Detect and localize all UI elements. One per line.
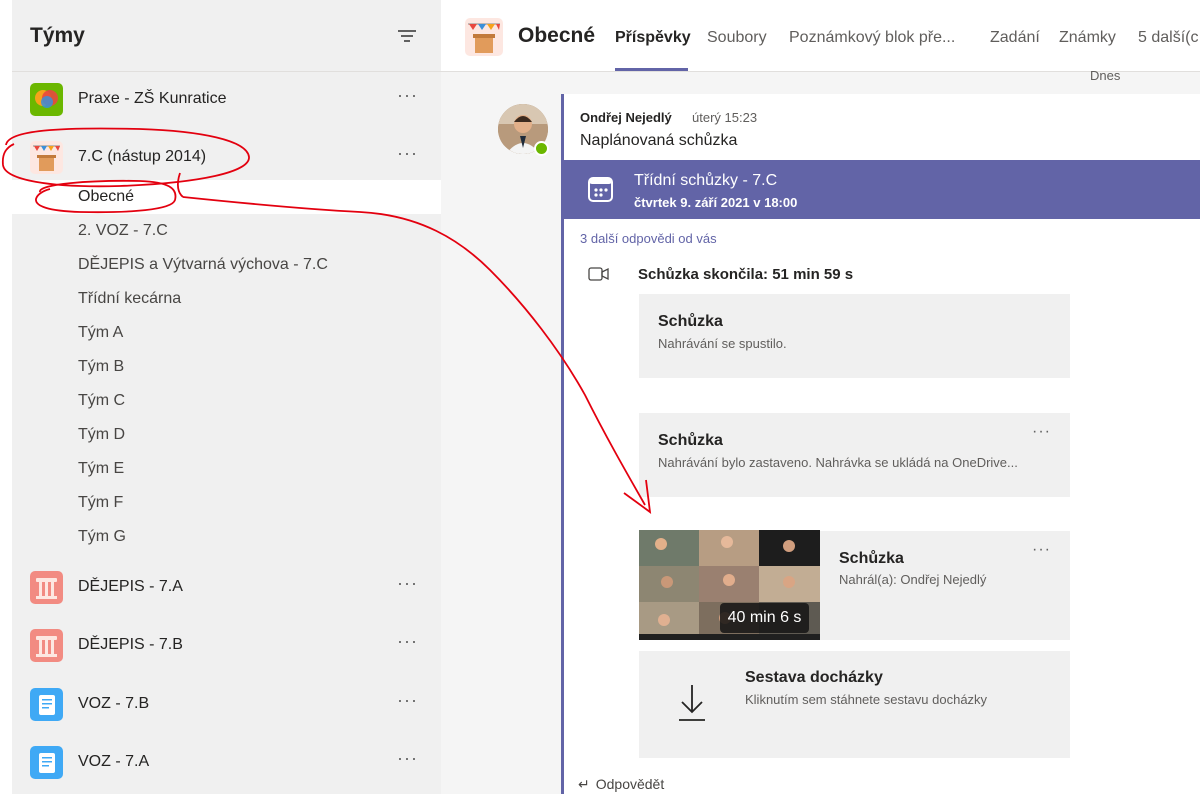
card-more-icon[interactable]: ··· [1032,423,1051,441]
meeting-title: Třídní schůzky - 7.C [634,172,778,189]
team-item-voz-7a[interactable]: VOZ - 7.A ··· [12,737,441,787]
team-item-dejepis-7b[interactable]: DĚJEPIS - 7.B ··· [12,620,441,670]
team-name: VOZ - 7.B [78,695,150,712]
team-more-icon[interactable]: ··· [397,749,418,767]
team-item-voz-7b[interactable]: VOZ - 7.B ··· [12,679,441,729]
tab-more[interactable]: 5 další(c [1138,29,1198,47]
team-avatar-scroll-icon [30,746,63,779]
card-description: Nahrávání bylo zastaveno. Nahrávka se uk… [658,455,1018,470]
channel-label: Tým E [78,460,125,477]
card-more-icon[interactable]: ··· [1032,541,1051,559]
card-description: Nahrál(a): Ondřej Nejedlý [839,572,987,587]
team-more-icon[interactable]: ··· [397,691,418,709]
reply-label: Odpovědět [595,776,665,792]
channel-podium-icon [465,18,503,56]
team-name: 7.C (nástup 2014) [78,148,207,165]
tab-grades[interactable]: Známky [1059,29,1116,47]
channel-item-obecne[interactable]: Obecné [12,180,441,214]
reply-button[interactable]: ↵ Odpovědět [578,776,664,793]
post-author[interactable]: Ondřej Nejedlý [580,110,672,125]
recording-stopped-card[interactable]: Schůzka Nahrávání bylo zastaveno. Nahráv… [639,413,1070,497]
channel-label: Tým D [78,426,126,443]
channel-label: Tým F [78,494,124,511]
team-avatar-scroll-icon [30,688,63,721]
tab-files[interactable]: Soubory [707,29,767,47]
meeting-banner[interactable]: Třídní schůzky - 7.C čtvrtek 9. září 202… [564,160,1200,219]
recording-started-card[interactable]: Schůzka Nahrávání se spustilo. [639,294,1070,378]
team-item-7c[interactable]: 7.C (nástup 2014) ··· [12,132,441,182]
download-icon[interactable] [676,683,708,723]
team-more-icon[interactable]: ··· [397,86,418,104]
card-title: Sestava docházky [745,669,883,686]
tab-assignments[interactable]: Zadání [990,29,1040,47]
more-replies-link[interactable]: 3 další odpovědi od vás [580,231,717,246]
team-avatar-column-icon [30,629,63,662]
channel-item[interactable]: Tým G [12,520,441,554]
channel-item[interactable]: Tým F [12,486,441,520]
tab-posts[interactable]: Příspěvky [615,29,691,47]
channel-label: 2. VOZ - 7.C [78,222,168,239]
tab-active-indicator [615,68,688,71]
team-avatar-column-icon [30,571,63,604]
channel-item[interactable]: Třídní kecárna [12,282,441,316]
channel-label: Tým A [78,324,124,341]
channel-title: Obecné [518,24,596,47]
recording-duration-badge: 40 min 6 s [720,603,809,633]
channel-item[interactable]: DĚJEPIS a Výtvarná výchova - 7.C [12,248,441,282]
card-title: Schůzka [658,432,723,449]
calendar-icon [588,175,613,202]
meeting-ended-text: Schůzka skončila: 51 min 59 s [638,266,854,283]
tab-notebook[interactable]: Poznámkový blok pře... [789,29,955,47]
channel-label: Tým G [78,528,126,545]
channel-label: Třídní kecárna [78,290,182,307]
team-more-icon[interactable]: ··· [397,574,418,592]
channel-item[interactable]: Tým D [12,418,441,452]
team-name: VOZ - 7.A [78,753,150,770]
team-avatar-podium-icon [30,141,63,174]
teams-title: Týmy [30,24,85,47]
post-text: Naplánovaná schůzka [580,132,738,149]
channel-item[interactable]: 2. VOZ - 7.C [12,214,441,248]
channel-item[interactable]: Tým B [12,350,441,384]
team-more-icon[interactable]: ··· [397,144,418,162]
team-more-icon[interactable]: ··· [397,632,418,650]
channel-label: Tým C [78,392,126,409]
team-name: Praxe - ZŠ Kunratice [78,90,227,107]
team-item-dejepis-7a[interactable]: DĚJEPIS - 7.A ··· [12,562,441,612]
channel-label: Tým B [78,358,125,375]
meeting-date: čtvrtek 9. září 2021 v 18:00 [634,195,798,210]
teams-header: Týmy [12,0,441,72]
card-title: Schůzka [658,313,723,330]
video-camera-icon [588,266,610,282]
channel-label: Obecné [78,188,135,205]
team-item-praxe[interactable]: Praxe - ZŠ Kunratice ··· [12,74,441,124]
channel-item[interactable]: Tým A [12,316,441,350]
team-name: DĚJEPIS - 7.A [78,578,183,595]
presence-available-icon [534,141,549,156]
reply-arrow-icon: ↵ [578,776,590,792]
card-description: Nahrávání se spustilo. [658,336,787,351]
channel-label: DĚJEPIS a Výtvarná výchova - 7.C [78,256,328,273]
channel-item[interactable]: Tým C [12,384,441,418]
channel-header: Obecné Příspěvky Soubory Poznámkový blok… [441,0,1200,72]
app-rail-edge [0,0,12,794]
filter-icon[interactable] [398,29,416,43]
post-timestamp: úterý 15:23 [692,110,758,125]
channel-item[interactable]: Tým E [12,452,441,486]
card-description: Kliknutím sem stáhnete sestavu docházky [745,692,988,707]
team-name: DĚJEPIS - 7.B [78,636,183,653]
date-divider: Dnes [1090,68,1121,83]
card-title: Schůzka [839,550,904,567]
team-avatar-chat-icon [30,83,63,116]
